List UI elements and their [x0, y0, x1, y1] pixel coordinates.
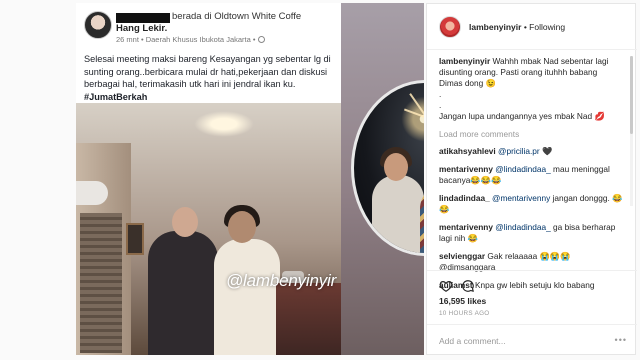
tables: [276, 283, 341, 355]
facebook-hashtag: #JumatBerkah: [84, 91, 148, 102]
likes-count[interactable]: 16,595 likes: [439, 296, 486, 306]
comment-item: mentarivenny @lindadindaa_ mau meninggal…: [439, 164, 623, 186]
facebook-meta: 26 mnt • Daerah Khusus Ibukota Jakarta •: [116, 35, 265, 44]
watermark: @lambenyinyir: [226, 271, 337, 290]
header-separator: •: [523, 22, 527, 32]
arched-window: [76, 181, 108, 205]
comment-username[interactable]: lindadindaa_: [439, 193, 490, 203]
caption-dot: .: [439, 100, 442, 110]
comment-username[interactable]: mentarivenny: [439, 164, 493, 174]
facebook-name: Hang Lekir.: [116, 23, 168, 34]
facebook-caption-text: Selesai meeting maksi bareng Kesayangan …: [84, 54, 331, 89]
caption-username[interactable]: lambenyinyir: [439, 56, 490, 66]
checkin-text: berada di Oldtown White Coffe: [172, 11, 302, 22]
window-blinds: [80, 213, 122, 353]
comment-item: lindadindaa_ @mentarivenny jangan donggg…: [439, 193, 623, 215]
comments-panel: lambenyinyir • Following lambenyinyir Wa…: [426, 3, 637, 356]
woman-right-face: [228, 211, 256, 243]
globe-icon: [257, 36, 265, 43]
facebook-avatar: [84, 11, 112, 39]
comment-username[interactable]: mentarivenny: [439, 222, 493, 232]
woman-right: [214, 239, 280, 355]
post-header: lambenyinyir • Following: [427, 4, 637, 50]
profile-username[interactable]: lambenyinyir: [469, 22, 521, 32]
post-image[interactable]: berada di Oldtown White Coffe Hang Lekir…: [76, 3, 424, 355]
comment-text: 🖤: [539, 146, 553, 156]
more-options-button[interactable]: •••: [615, 335, 627, 345]
comment-mention[interactable]: @pricilia.pr: [498, 146, 540, 156]
add-comment-input[interactable]: [439, 334, 609, 348]
post-header-line: lambenyinyir • Following: [469, 22, 565, 32]
comments-list: lambenyinyir Wahhh mbak Nad sebentar lag…: [439, 56, 623, 298]
woman-left: [148, 231, 218, 355]
caption-text-2: Jangan lupa undangannya yes mbak Nad 💋: [439, 111, 605, 121]
inset-woman-face: [384, 153, 408, 181]
comment-item: atikahsyahlevi @pricilia.pr 🖤: [439, 146, 623, 157]
ceiling-lamp: [194, 111, 254, 137]
comment-icon[interactable]: [461, 279, 475, 293]
post-time: 10 HOURS AGO: [439, 310, 490, 317]
caption-dot: .: [439, 89, 442, 99]
comments-scrollbar-thumb[interactable]: [630, 56, 633, 134]
load-more-comments-link[interactable]: Load more comments: [439, 129, 623, 140]
facebook-caption: Selesai meeting maksi bareng Kesayangan …: [84, 53, 342, 103]
following-button[interactable]: Following: [529, 22, 565, 32]
instagram-post-screen: berada di Oldtown White Coffe Hang Lekir…: [0, 0, 640, 360]
firework: [384, 89, 424, 149]
inset-woman: [372, 175, 424, 253]
heart-icon[interactable]: [439, 279, 453, 293]
comment-username[interactable]: atikahsyahlevi: [439, 146, 496, 156]
restaurant-photo: [76, 103, 341, 355]
comment-username[interactable]: selvienggar: [439, 251, 485, 261]
comment-mention[interactable]: @lindadindaa_: [495, 222, 550, 232]
facebook-header: berada di Oldtown White Coffe Hang Lekir…: [76, 3, 341, 59]
wall-frame: [126, 223, 144, 255]
facebook-meta-text: 26 mnt • Daerah Khusus Ibukota Jakarta •: [116, 35, 258, 44]
woman-left-face: [172, 207, 198, 237]
redacted-name: [116, 13, 170, 23]
add-comment-bar: •••: [427, 324, 637, 356]
profile-avatar[interactable]: [439, 16, 461, 38]
comment-item: mentarivenny @lindadindaa_ ga bisa berha…: [439, 222, 623, 244]
post-caption: lambenyinyir Wahhh mbak Nad sebentar lag…: [439, 56, 623, 122]
comment-mention[interactable]: @mentarivenny: [492, 193, 550, 203]
facebook-screenshot: berada di Oldtown White Coffe Hang Lekir…: [76, 3, 341, 355]
comment-mention[interactable]: @lindadindaa_: [495, 164, 550, 174]
